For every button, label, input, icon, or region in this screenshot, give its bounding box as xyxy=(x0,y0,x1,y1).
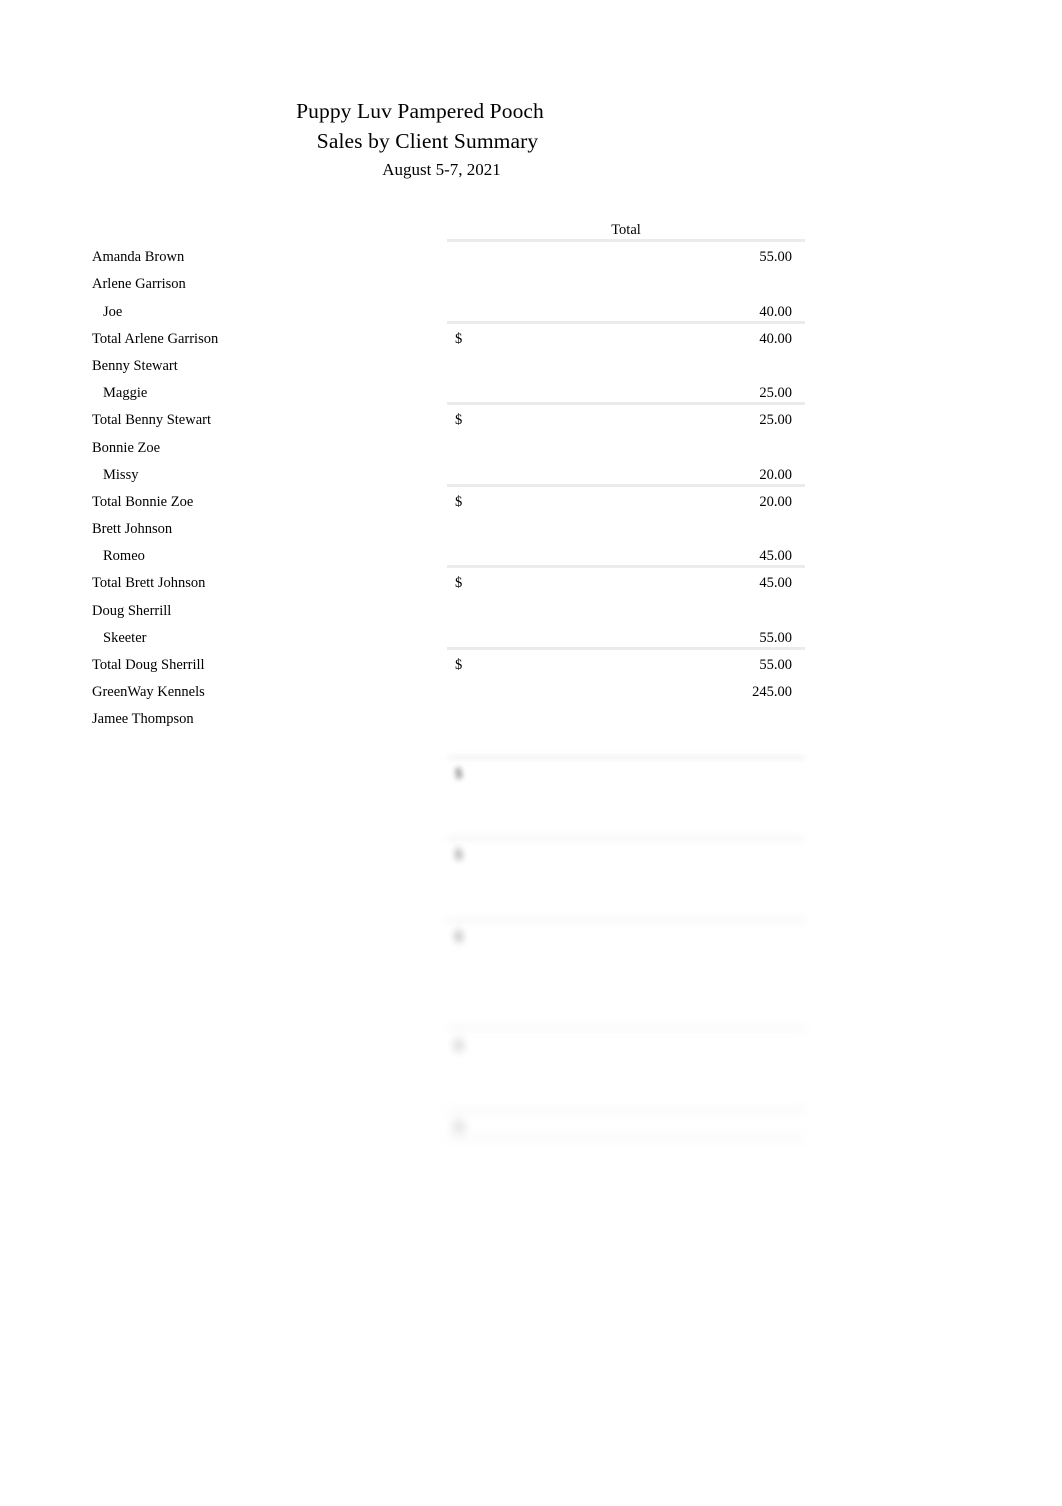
currency-symbol: $ xyxy=(455,493,463,510)
client-name-label: Arlene Garrison xyxy=(92,276,186,293)
table-row: Bonnie Zoe xyxy=(0,438,1062,465)
table-row xyxy=(0,900,1062,927)
client-name-label: Bonnie Zoe xyxy=(92,439,161,456)
report-date-range: August 5-7, 2021 xyxy=(382,160,501,179)
table-row xyxy=(0,954,1062,981)
currency-symbol: $ xyxy=(455,657,463,673)
amount-value: 45.00 xyxy=(759,575,792,592)
table-row: $ xyxy=(0,1036,1062,1063)
amount-value: 45.00 xyxy=(759,548,792,565)
table-row: Total Benny Stewart $25.00 xyxy=(0,410,1062,437)
amount-value: 55.00 xyxy=(759,657,792,673)
row-rule xyxy=(447,646,805,650)
client-name-label: Jamee Thompson xyxy=(92,711,194,728)
table-row: Missy 20.00 xyxy=(0,465,1062,492)
row-rule xyxy=(447,918,805,922)
report-header: Puppy Luv Pampered Pooch Sales by Client… xyxy=(0,96,840,183)
table-row: Doug Sherrill xyxy=(0,601,1062,628)
row-rule xyxy=(447,1109,805,1112)
pet-name-label: Skeeter xyxy=(103,629,147,646)
row-rule xyxy=(447,1027,805,1031)
pet-name-label: Romeo xyxy=(103,548,145,565)
company-name: Puppy Luv Pampered Pooch xyxy=(296,99,544,123)
table-row: Brett Johnson xyxy=(0,519,1062,546)
table-row xyxy=(0,981,1062,1008)
currency-symbol: $ xyxy=(455,1037,463,1054)
client-name-label: Total Brett Johnson xyxy=(92,575,206,592)
amount-value: 25.00 xyxy=(759,412,792,429)
row-rule xyxy=(447,1136,805,1140)
client-name-label: Doug Sherrill xyxy=(92,602,172,619)
table-row: Jamee Thompson xyxy=(0,709,1062,736)
table-row xyxy=(0,791,1062,818)
table-row: GreenWay Kennels 245.00 xyxy=(0,682,1062,709)
currency-symbol: $ xyxy=(455,330,463,347)
table-row: Arlene Garrison xyxy=(0,274,1062,301)
client-name-label: Amanda Brown xyxy=(92,249,185,266)
report-table: Total Amanda Brown 55.00 Arlene Garrison Jo… xyxy=(0,220,1062,1172)
client-name-label: Total Doug Sherrill xyxy=(92,657,205,673)
table-row: Total Doug Sherrill $55.00 xyxy=(0,655,1062,682)
client-name-label: Total Bonnie Zoe xyxy=(92,493,194,510)
table-header-row: Total xyxy=(0,220,1062,247)
currency-symbol: $ xyxy=(455,575,463,592)
header-rule xyxy=(447,239,805,242)
currency-symbol: $ xyxy=(455,1119,463,1136)
table-row: Romeo 45.00 xyxy=(0,546,1062,573)
table-row: $ xyxy=(0,1117,1062,1144)
table-row xyxy=(0,1008,1062,1035)
pet-name-label: Missy xyxy=(103,466,139,483)
currency-symbol: $ xyxy=(455,847,463,864)
table-row: Total Bonnie Zoe $20.00 xyxy=(0,492,1062,519)
table-row: Maggie 25.00 xyxy=(0,383,1062,410)
row-rule xyxy=(447,483,805,487)
row-rule xyxy=(447,320,805,324)
currency-symbol: $ xyxy=(455,928,463,945)
report-title: Sales by Client Summary xyxy=(316,129,539,153)
table-row xyxy=(0,1144,1062,1171)
table-row xyxy=(0,1063,1062,1090)
table-row: Benny Stewart xyxy=(0,356,1062,383)
amount-value: 245.00 xyxy=(752,684,792,701)
client-name-label: Benny Stewart xyxy=(92,357,178,374)
client-name-label: Total Benny Stewart xyxy=(92,412,211,429)
client-name-label: GreenWay Kennels xyxy=(92,684,205,701)
row-rule xyxy=(447,565,805,569)
amount-value: 55.00 xyxy=(759,629,792,646)
client-name-label: Total Arlene Garrison xyxy=(92,330,219,347)
currency-symbol: $ xyxy=(455,412,463,429)
table-row: Joe 40.00 xyxy=(0,302,1062,329)
amount-value: 25.00 xyxy=(759,385,792,402)
table-row: $ xyxy=(0,845,1062,872)
column-header-total: Total xyxy=(611,222,641,238)
client-name-label: Brett Johnson xyxy=(92,521,173,538)
amount-value: 40.00 xyxy=(759,303,792,320)
sales-by-client-summary-report: { "report": { "company": "Puppy Luv Pamp… xyxy=(0,0,1062,1506)
pet-name-label: Maggie xyxy=(103,385,148,402)
table-row xyxy=(0,737,1062,764)
pet-name-label: Joe xyxy=(103,303,123,320)
amount-value: 20.00 xyxy=(759,466,792,483)
table-row: Amanda Brown 55.00 xyxy=(0,247,1062,274)
table-row xyxy=(0,818,1062,845)
table-row: $ xyxy=(0,927,1062,954)
currency-symbol: $ xyxy=(455,765,463,782)
table-body: Amanda Brown 55.00 Arlene Garrison Joe 40.00… xyxy=(0,247,1062,1171)
table-row: Total Arlene Garrison $40.00 xyxy=(0,329,1062,356)
row-rule xyxy=(447,755,805,759)
row-rule xyxy=(447,837,805,841)
amount-value: 40.00 xyxy=(759,330,792,347)
table-row: $ xyxy=(0,764,1062,791)
table-row: Skeeter 55.00 xyxy=(0,628,1062,655)
amount-value: 20.00 xyxy=(759,493,792,510)
row-rule xyxy=(447,402,805,406)
table-row: Total Brett Johnson $45.00 xyxy=(0,573,1062,600)
table-row xyxy=(0,1090,1062,1117)
amount-value: 55.00 xyxy=(759,249,792,266)
table-row xyxy=(0,873,1062,900)
